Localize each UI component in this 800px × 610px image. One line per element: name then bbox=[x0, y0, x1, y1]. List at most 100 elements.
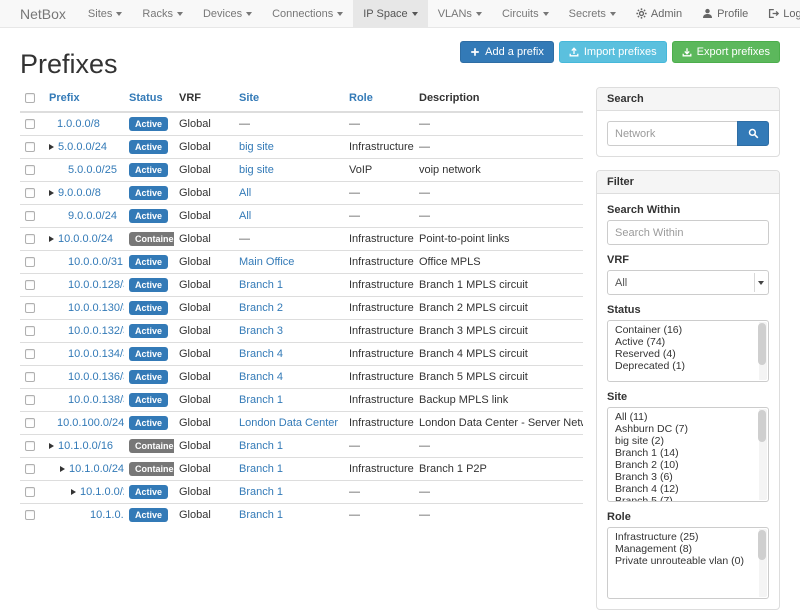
status-listbox[interactable]: Container (16)Active (74)Reserved (4)Dep… bbox=[607, 320, 769, 382]
site-link[interactable]: big site bbox=[239, 141, 274, 153]
prefix-link[interactable]: 10.0.0.0/31 bbox=[68, 256, 123, 268]
nav-item-connections[interactable]: Connections bbox=[262, 0, 353, 27]
search-input[interactable] bbox=[607, 121, 737, 146]
prefix-link[interactable]: 5.0.0.0/24 bbox=[58, 141, 107, 153]
site-option[interactable]: Ashburn DC (7) bbox=[615, 423, 758, 435]
nav-log-out[interactable]: Log out bbox=[758, 0, 800, 27]
column-header-site[interactable]: Site bbox=[234, 87, 344, 112]
role-option[interactable]: Infrastructure (25) bbox=[615, 531, 758, 543]
site-link[interactable]: All bbox=[239, 187, 251, 199]
vrf-cell: Global bbox=[174, 136, 234, 159]
nav-item-racks[interactable]: Racks bbox=[132, 0, 193, 27]
prefix-link[interactable]: 10.1.0.0/24 bbox=[69, 463, 124, 475]
nav-profile[interactable]: Profile bbox=[692, 0, 758, 27]
row-checkbox[interactable] bbox=[25, 142, 35, 152]
site-link[interactable]: Branch 4 bbox=[239, 371, 283, 383]
prefix-link[interactable]: 10.0.0.0/24 bbox=[58, 233, 113, 245]
add-prefix-button[interactable]: Add a prefix bbox=[460, 41, 554, 63]
app-brand[interactable]: NetBox bbox=[20, 0, 66, 27]
row-checkbox[interactable] bbox=[25, 372, 35, 382]
prefix-link[interactable]: 10.1.0.0/26 bbox=[90, 509, 124, 521]
prefix-link[interactable]: 10.0.0.132/31 bbox=[68, 325, 124, 337]
site-option[interactable]: Branch 1 (14) bbox=[615, 447, 758, 459]
row-checkbox[interactable] bbox=[25, 188, 35, 198]
row-checkbox[interactable] bbox=[25, 395, 35, 405]
vrf-select[interactable]: All bbox=[607, 270, 769, 295]
prefix-link[interactable]: 1.0.0.0/8 bbox=[57, 118, 100, 130]
row-checkbox[interactable] bbox=[25, 211, 35, 221]
role-option[interactable]: Private unrouteable vlan (0) bbox=[615, 555, 758, 567]
row-checkbox[interactable] bbox=[25, 464, 35, 474]
import-prefixes-button[interactable]: Import prefixes bbox=[559, 41, 667, 63]
site-link[interactable]: Branch 1 bbox=[239, 463, 283, 475]
row-checkbox[interactable] bbox=[25, 441, 35, 451]
row-checkbox[interactable] bbox=[25, 487, 35, 497]
row-checkbox[interactable] bbox=[25, 510, 35, 520]
role-scrollbar[interactable] bbox=[759, 529, 767, 597]
site-link[interactable]: London Data Center bbox=[239, 417, 338, 429]
status-badge: Active bbox=[129, 347, 168, 361]
status-option[interactable]: Active (74) bbox=[615, 336, 758, 348]
nav-item-ip-space[interactable]: IP Space bbox=[353, 0, 427, 27]
site-link[interactable]: Branch 4 bbox=[239, 348, 283, 360]
prefix-link[interactable]: 9.0.0.0/8 bbox=[58, 187, 101, 199]
search-button[interactable] bbox=[737, 121, 769, 146]
row-checkbox[interactable] bbox=[25, 234, 35, 244]
prefix-link[interactable]: 10.1.0.0/16 bbox=[58, 440, 113, 452]
site-link[interactable]: Branch 2 bbox=[239, 302, 283, 314]
row-checkbox[interactable] bbox=[25, 280, 35, 290]
role-option[interactable]: Management (8) bbox=[615, 543, 758, 555]
site-option[interactable]: Branch 3 (6) bbox=[615, 471, 758, 483]
nav-admin[interactable]: Admin bbox=[626, 0, 692, 27]
vrf-cell: Global bbox=[174, 481, 234, 504]
prefix-link[interactable]: 10.0.0.138/31 bbox=[68, 394, 124, 406]
nav-item-secrets[interactable]: Secrets bbox=[559, 0, 626, 27]
select-all-checkbox[interactable] bbox=[25, 93, 35, 103]
search-within-input[interactable] bbox=[607, 220, 769, 245]
prefix-link[interactable]: 10.1.0.0/25 bbox=[80, 486, 124, 498]
site-listbox[interactable]: All (11)Ashburn DC (7)big site (2)Branch… bbox=[607, 407, 769, 502]
site-link[interactable]: Branch 1 bbox=[239, 394, 283, 406]
nav-item-sites[interactable]: Sites bbox=[78, 0, 132, 27]
site-link[interactable]: Branch 1 bbox=[239, 440, 283, 452]
prefix-link[interactable]: 10.0.0.134/31 bbox=[68, 348, 124, 360]
status-scrollbar[interactable] bbox=[759, 322, 767, 380]
prefix-link[interactable]: 5.0.0.0/25 bbox=[68, 164, 117, 176]
site-option[interactable]: big site (2) bbox=[615, 435, 758, 447]
nav-item-devices[interactable]: Devices bbox=[193, 0, 262, 27]
row-checkbox[interactable] bbox=[25, 349, 35, 359]
site-option[interactable]: Branch 2 (10) bbox=[615, 459, 758, 471]
export-prefixes-button[interactable]: Export prefixes bbox=[672, 41, 780, 63]
prefix-link[interactable]: 10.0.0.136/31 bbox=[68, 371, 124, 383]
site-link[interactable]: All bbox=[239, 210, 251, 222]
nav-item-vlans[interactable]: VLANs bbox=[428, 0, 492, 27]
row-checkbox[interactable] bbox=[25, 257, 35, 267]
prefix-link[interactable]: 10.0.0.128/31 bbox=[68, 279, 124, 291]
prefix-link[interactable]: 10.0.0.130/31 bbox=[68, 302, 124, 314]
row-checkbox[interactable] bbox=[25, 119, 35, 129]
site-link[interactable]: Branch 1 bbox=[239, 486, 283, 498]
status-option[interactable]: Deprecated (1) bbox=[615, 360, 758, 372]
role-listbox[interactable]: Infrastructure (25)Management (8)Private… bbox=[607, 527, 769, 599]
site-option[interactable]: Branch 4 (12) bbox=[615, 483, 758, 495]
site-link[interactable]: big site bbox=[239, 164, 274, 176]
status-option[interactable]: Reserved (4) bbox=[615, 348, 758, 360]
site-link[interactable]: Main Office bbox=[239, 256, 294, 268]
row-checkbox[interactable] bbox=[25, 165, 35, 175]
row-checkbox[interactable] bbox=[25, 418, 35, 428]
site-option[interactable]: Branch 5 (7) bbox=[615, 495, 758, 502]
column-header-prefix[interactable]: Prefix bbox=[44, 87, 124, 112]
site-scrollbar[interactable] bbox=[759, 409, 767, 500]
column-header-role[interactable]: Role bbox=[344, 87, 414, 112]
column-header-status[interactable]: Status bbox=[124, 87, 174, 112]
nav-item-circuits[interactable]: Circuits bbox=[492, 0, 559, 27]
prefix-link[interactable]: 9.0.0.0/24 bbox=[68, 210, 117, 222]
site-link[interactable]: Branch 1 bbox=[239, 279, 283, 291]
row-checkbox[interactable] bbox=[25, 326, 35, 336]
prefix-link[interactable]: 10.0.100.0/24 bbox=[57, 417, 124, 429]
status-option[interactable]: Container (16) bbox=[615, 324, 758, 336]
site-link[interactable]: Branch 3 bbox=[239, 325, 283, 337]
site-link[interactable]: Branch 1 bbox=[239, 509, 283, 521]
row-checkbox[interactable] bbox=[25, 303, 35, 313]
site-option[interactable]: All (11) bbox=[615, 411, 758, 423]
